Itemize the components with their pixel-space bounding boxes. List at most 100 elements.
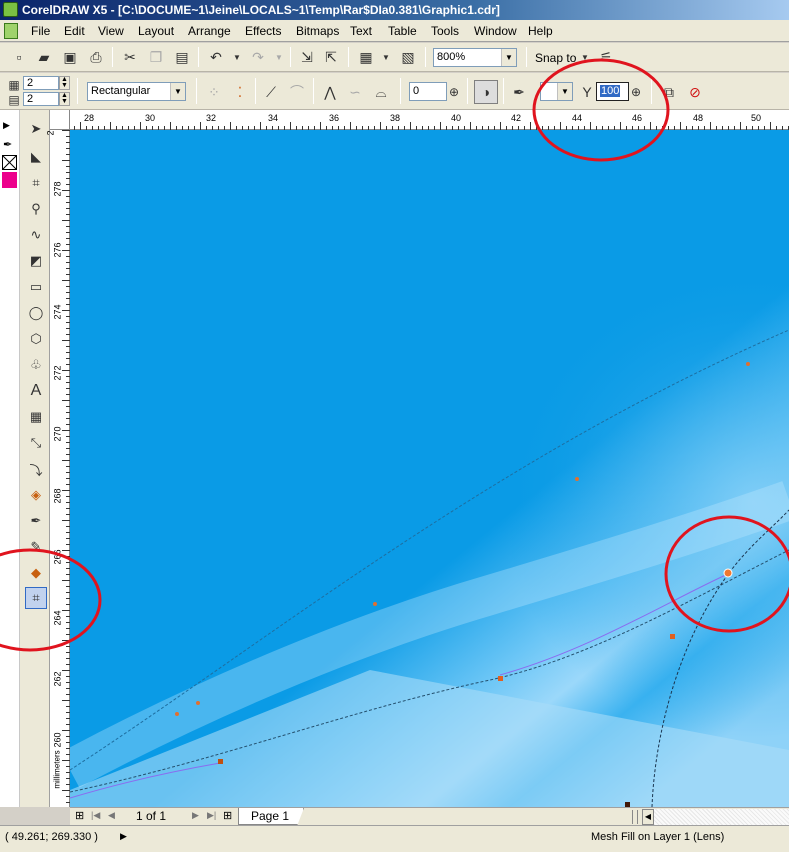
- fill-tool-icon[interactable]: ◆: [25, 562, 47, 584]
- copy-mesh-properties-icon[interactable]: ⧉: [660, 83, 678, 101]
- eyedropper-tool-icon[interactable]: ✒: [25, 510, 47, 532]
- table-tool-icon[interactable]: ▦: [25, 406, 47, 428]
- mesh-fill-tool-icon[interactable]: ⌗: [25, 587, 47, 609]
- menu-file[interactable]: File: [31, 24, 50, 38]
- crop-tool-icon[interactable]: ⌗: [25, 172, 47, 194]
- new-document-icon[interactable]: ▫: [10, 48, 28, 66]
- color-eyedropper-icon[interactable]: ✒: [3, 138, 12, 151]
- symmetrical-node-icon[interactable]: ⌓: [372, 83, 390, 101]
- import-icon[interactable]: ⇲: [298, 48, 316, 66]
- menu-view[interactable]: View: [98, 24, 124, 38]
- prev-page-icon[interactable]: ◀: [108, 810, 115, 821]
- menu-window[interactable]: Window: [474, 24, 517, 38]
- blend-tool-icon[interactable]: ◈: [25, 484, 47, 506]
- document-icon[interactable]: [4, 23, 18, 39]
- mesh-node[interactable]: [218, 759, 223, 764]
- mesh-fill-object[interactable]: [70, 130, 789, 807]
- mesh-node[interactable]: [196, 701, 200, 705]
- scroll-left-button[interactable]: ◀: [642, 809, 654, 825]
- smooth-node-icon[interactable]: ∽: [346, 83, 364, 101]
- grid-columns-spinner[interactable]: ▲ ▼: [59, 76, 70, 90]
- launcher-dropdown-icon[interactable]: ▼: [377, 48, 395, 66]
- curve-smoothness-input[interactable]: 0: [409, 82, 447, 101]
- palette-scroll-icon[interactable]: ▶: [3, 120, 10, 131]
- cusp-node-icon[interactable]: ⋀: [321, 83, 339, 101]
- splitter-handle[interactable]: [632, 810, 638, 824]
- grid-columns-input[interactable]: 2: [23, 76, 59, 90]
- grid-rows-input[interactable]: 2: [23, 92, 59, 106]
- vertical-ruler[interactable]: 2 278 276 274 272 270 268 266 264 262 26…: [46, 130, 70, 807]
- undo-icon[interactable]: ↶: [207, 48, 225, 66]
- next-page-icon[interactable]: ▶: [192, 810, 199, 821]
- export-icon[interactable]: ⇱: [322, 48, 340, 66]
- selection-mode-dropdown-icon[interactable]: ▼: [170, 83, 185, 100]
- menu-table[interactable]: Table: [388, 24, 417, 38]
- welcome-screen-icon[interactable]: ▧: [399, 48, 417, 66]
- ellipse-tool-icon[interactable]: ◯: [25, 302, 47, 324]
- pick-tool-icon[interactable]: ➤: [25, 118, 47, 140]
- mesh-node[interactable]: [746, 362, 750, 366]
- mesh-node[interactable]: [498, 676, 503, 681]
- menu-layout[interactable]: Layout: [138, 24, 174, 38]
- menu-tools[interactable]: Tools: [431, 24, 459, 38]
- application-launcher-icon[interactable]: ▦: [357, 48, 375, 66]
- last-page-icon[interactable]: ▶|: [207, 810, 216, 821]
- smoothness-slider-icon[interactable]: ⊕: [445, 83, 463, 101]
- menu-help[interactable]: Help: [528, 24, 553, 38]
- zoom-level-select[interactable]: 800% ▼: [433, 48, 517, 67]
- snap-to-button[interactable]: Snap to: [535, 51, 576, 65]
- convert-to-curve-icon[interactable]: ⌒: [288, 83, 306, 101]
- redo-icon[interactable]: ↷: [249, 48, 267, 66]
- polygon-tool-icon[interactable]: ⬡: [25, 328, 47, 350]
- basic-shapes-tool-icon[interactable]: ♧: [25, 354, 47, 376]
- horizontal-ruler[interactable]: 28 30 32 34 36 38 40 42 44 46 48 50: [50, 110, 789, 130]
- status-expand-icon[interactable]: ▶: [120, 831, 127, 842]
- mesh-node[interactable]: [670, 634, 675, 639]
- menu-effects[interactable]: Effects: [245, 24, 281, 38]
- snap-to-dropdown-icon[interactable]: ▼: [576, 48, 594, 66]
- dimension-tool-icon[interactable]: ⤡: [25, 432, 47, 454]
- add-node-icon[interactable]: ⁘: [205, 83, 223, 101]
- drawing-canvas[interactable]: [70, 130, 789, 807]
- paste-icon[interactable]: ▤: [173, 48, 191, 66]
- options-icon[interactable]: ⚟: [597, 48, 615, 66]
- selection-mode-select[interactable]: Rectangular ▼: [87, 82, 186, 101]
- delete-node-icon[interactable]: ⁚: [231, 83, 249, 101]
- mesh-node[interactable]: [373, 602, 377, 606]
- zoom-tool-icon[interactable]: ⚲: [25, 198, 47, 220]
- first-page-icon[interactable]: |◀: [91, 810, 100, 821]
- fill-color-dropdown-icon[interactable]: ▼: [557, 83, 572, 100]
- magenta-swatch[interactable]: [2, 172, 17, 188]
- horizontal-scrollbar-track[interactable]: [654, 809, 789, 825]
- menu-bitmaps[interactable]: Bitmaps: [296, 24, 339, 38]
- text-tool-icon[interactable]: A: [25, 380, 47, 402]
- open-folder-icon[interactable]: ▰: [35, 48, 53, 66]
- page-tab[interactable]: Page 1: [238, 808, 304, 825]
- redo-dropdown-icon[interactable]: ▼: [270, 48, 288, 66]
- shape-tool-icon[interactable]: ◣: [25, 146, 47, 168]
- mesh-node-selected[interactable]: [723, 568, 733, 578]
- eyedropper-icon[interactable]: ✒: [510, 83, 528, 101]
- fill-color-select[interactable]: ▼: [540, 82, 573, 101]
- menu-text[interactable]: Text: [350, 24, 372, 38]
- connector-tool-icon[interactable]: ⤵: [25, 458, 47, 480]
- outline-tool-icon[interactable]: ✎: [25, 536, 47, 558]
- print-icon[interactable]: ⎙: [87, 48, 105, 66]
- clear-mesh-icon[interactable]: ⊘: [686, 83, 704, 101]
- menu-arrange[interactable]: Arrange: [188, 24, 231, 38]
- mesh-node[interactable]: [575, 477, 579, 481]
- transparency-slider-icon[interactable]: ⊕: [627, 83, 645, 101]
- copy-icon[interactable]: ❐: [147, 48, 165, 66]
- rectangle-tool-icon[interactable]: ▭: [25, 276, 47, 298]
- no-color-swatch[interactable]: [2, 155, 17, 170]
- add-page-after-icon[interactable]: ⊞: [223, 809, 232, 822]
- cut-icon[interactable]: ✂: [121, 48, 139, 66]
- grid-rows-spinner[interactable]: ▲ ▼: [59, 92, 70, 106]
- mesh-node[interactable]: [175, 712, 179, 716]
- add-page-before-icon[interactable]: ⊞: [75, 809, 84, 822]
- transparency-input[interactable]: 100: [596, 82, 629, 101]
- smart-fill-tool-icon[interactable]: ◩: [25, 250, 47, 272]
- save-icon[interactable]: ▣: [61, 48, 79, 66]
- menu-edit[interactable]: Edit: [64, 24, 85, 38]
- freehand-tool-icon[interactable]: ∿: [25, 224, 47, 246]
